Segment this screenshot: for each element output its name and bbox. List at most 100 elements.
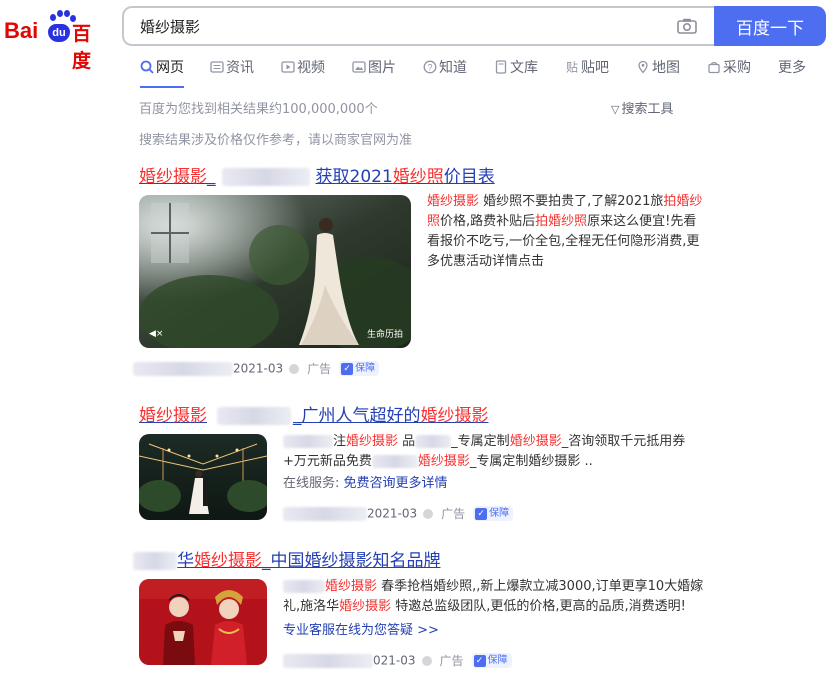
desc-keyword: 婚纱摄影 xyxy=(339,599,392,614)
ad-label: 广告 xyxy=(441,507,466,521)
desc-keyword: 婚纱摄影 xyxy=(325,579,378,594)
logo-paw-dot xyxy=(50,14,56,21)
desc-text: 品 xyxy=(398,434,416,449)
svg-text:?: ? xyxy=(427,62,432,72)
result-meta-2: 2021-03 广告 ✓ 保障 xyxy=(283,505,514,522)
result-date: 2021-03 xyxy=(233,361,284,376)
result-title-2[interactable]: 婚纱摄影 _广州人气超好的婚纱摄影 xyxy=(139,401,489,426)
wedding-night-photo xyxy=(139,434,267,520)
service-link[interactable]: 免费咨询更多详情 xyxy=(344,476,448,491)
badge-label: 保障 xyxy=(489,508,510,519)
desc-keyword: 婚纱摄影 xyxy=(509,434,562,449)
guarantee-badge[interactable]: ✓ 保障 xyxy=(473,506,514,521)
tab-label: 资讯 xyxy=(226,60,254,76)
desc-keyword: 拍婚纱照 xyxy=(535,214,588,229)
tab-caigou[interactable]: 采购 xyxy=(707,58,751,86)
title-text: 广州人气超好的 xyxy=(301,406,421,426)
result-title-3[interactable]: 华婚纱摄影_中国婚纱摄影知名品牌 xyxy=(133,546,441,571)
result-count: 百度为您找到相关结果约100,000,000个 xyxy=(139,102,378,117)
tab-web[interactable]: 网页 xyxy=(140,58,184,88)
tab-label: 图片 xyxy=(368,60,396,76)
info-dot-icon[interactable] xyxy=(421,655,432,666)
check-icon: ✓ xyxy=(341,362,354,375)
document-icon xyxy=(495,60,507,74)
tab-zhidao[interactable]: ? 知道 xyxy=(423,58,467,86)
redacted-text xyxy=(221,168,310,186)
tab-wenku[interactable]: 文库 xyxy=(494,58,538,86)
redacted-source xyxy=(133,361,233,376)
desc-text: 价格,路费补贴后 xyxy=(440,214,536,229)
tab-label: 采购 xyxy=(723,60,751,76)
result-video-thumbnail[interactable]: ◀× 生命历拍 xyxy=(139,195,411,348)
video-overlay-text: 生命历拍 xyxy=(366,330,403,340)
result-desc-2: 注婚纱摄影 品 _专属定制婚纱摄影_咨询领取千元抵用券 +万元新品免费 婚纱摄影_专… xyxy=(283,432,703,494)
ad-label: 广告 xyxy=(307,362,332,376)
check-icon: ✓ xyxy=(473,654,486,667)
title-text: 获取2021 xyxy=(315,167,393,187)
service-label: 在线服务: xyxy=(283,476,340,491)
video-icon xyxy=(281,61,295,73)
tab-tieba[interactable]: 贴贴吧 xyxy=(565,58,609,86)
search-button[interactable]: 百度一下 xyxy=(714,6,826,46)
title-keyword: 婚纱摄影 xyxy=(420,406,489,426)
service-link[interactable]: 专业客服在线为您答疑 >> xyxy=(283,623,439,638)
title-text: 价目表 xyxy=(443,167,495,187)
search-input[interactable] xyxy=(138,16,662,36)
tab-label: 网页 xyxy=(156,60,184,76)
question-icon: ? xyxy=(423,60,437,74)
search-tools-label: 搜索工具 xyxy=(621,102,674,117)
desc-keyword: 婚纱摄影 xyxy=(427,194,480,209)
result-thumbnail-3[interactable] xyxy=(139,579,267,665)
title-keyword: 婚纱摄影 xyxy=(139,167,207,187)
search-box xyxy=(122,6,714,46)
title-sep: _ xyxy=(293,406,302,426)
news-icon xyxy=(210,61,224,73)
baidu-logo[interactable]: Bai du 百度 xyxy=(4,8,108,72)
logo-paw-dot xyxy=(64,10,70,17)
badge-label: 保障 xyxy=(487,655,508,666)
desc-text: 婚纱照不要拍贵了,了解2021旅 xyxy=(479,194,664,209)
title-keyword: 婚纱摄影 xyxy=(139,406,207,426)
redacted-text xyxy=(283,580,325,593)
redacted-text xyxy=(133,552,177,570)
svg-text:◀×: ◀× xyxy=(149,329,163,339)
desc-keyword: 婚纱摄影 xyxy=(417,454,470,469)
desc-text: +万元新品免费 xyxy=(283,454,372,469)
tab-label: 地图 xyxy=(652,60,680,76)
info-dot-icon[interactable] xyxy=(289,363,300,374)
guarantee-badge[interactable]: ✓ 保障 xyxy=(339,361,380,376)
redacted-text xyxy=(217,407,291,425)
result-thumbnail-2[interactable] xyxy=(139,434,267,520)
guarantee-badge[interactable]: ✓ 保障 xyxy=(471,653,512,668)
filter-icon: ▽ xyxy=(611,103,620,116)
redacted-source xyxy=(283,653,373,668)
title-keyword: 婚纱摄影 xyxy=(194,551,262,571)
shopping-icon xyxy=(708,61,720,74)
tab-map[interactable]: 地图 xyxy=(636,58,680,86)
search-tools-button[interactable]: ▽ 搜索工具 xyxy=(611,98,673,117)
title-keyword: 婚纱照 xyxy=(392,167,444,187)
check-icon: ✓ xyxy=(475,507,488,520)
camera-icon[interactable] xyxy=(677,18,697,34)
tab-news[interactable]: 资讯 xyxy=(210,58,254,86)
info-dot-icon[interactable] xyxy=(423,508,434,519)
result-meta-1: 2021-03 广告 ✓ 保障 xyxy=(133,360,380,377)
chinese-wedding-photo xyxy=(139,579,267,665)
tab-video[interactable]: 视频 xyxy=(281,58,325,86)
tab-label: 视频 xyxy=(297,60,325,76)
title-sep: _ xyxy=(207,167,216,187)
logo-bai-text: Bai xyxy=(4,18,39,43)
result-date: 021-03 xyxy=(373,653,416,668)
redacted-text xyxy=(415,435,452,448)
tab-more[interactable]: 更多 xyxy=(778,58,806,86)
result-date: 2021-03 xyxy=(367,506,418,521)
result-title-1[interactable]: 婚纱摄影_ 获取2021婚纱照价目表 xyxy=(139,162,495,187)
ad-label: 广告 xyxy=(439,654,464,668)
title-text: 华 xyxy=(177,551,194,571)
tab-image[interactable]: 图片 xyxy=(352,58,396,86)
desc-text: _专属定制婚纱摄影 .. xyxy=(469,454,593,469)
tieba-icon: 贴 xyxy=(566,61,578,75)
map-icon xyxy=(638,60,648,74)
price-notice: 搜索结果涉及价格仅作参考，请以商家官网为准 xyxy=(139,133,413,148)
search-icon xyxy=(140,60,154,74)
